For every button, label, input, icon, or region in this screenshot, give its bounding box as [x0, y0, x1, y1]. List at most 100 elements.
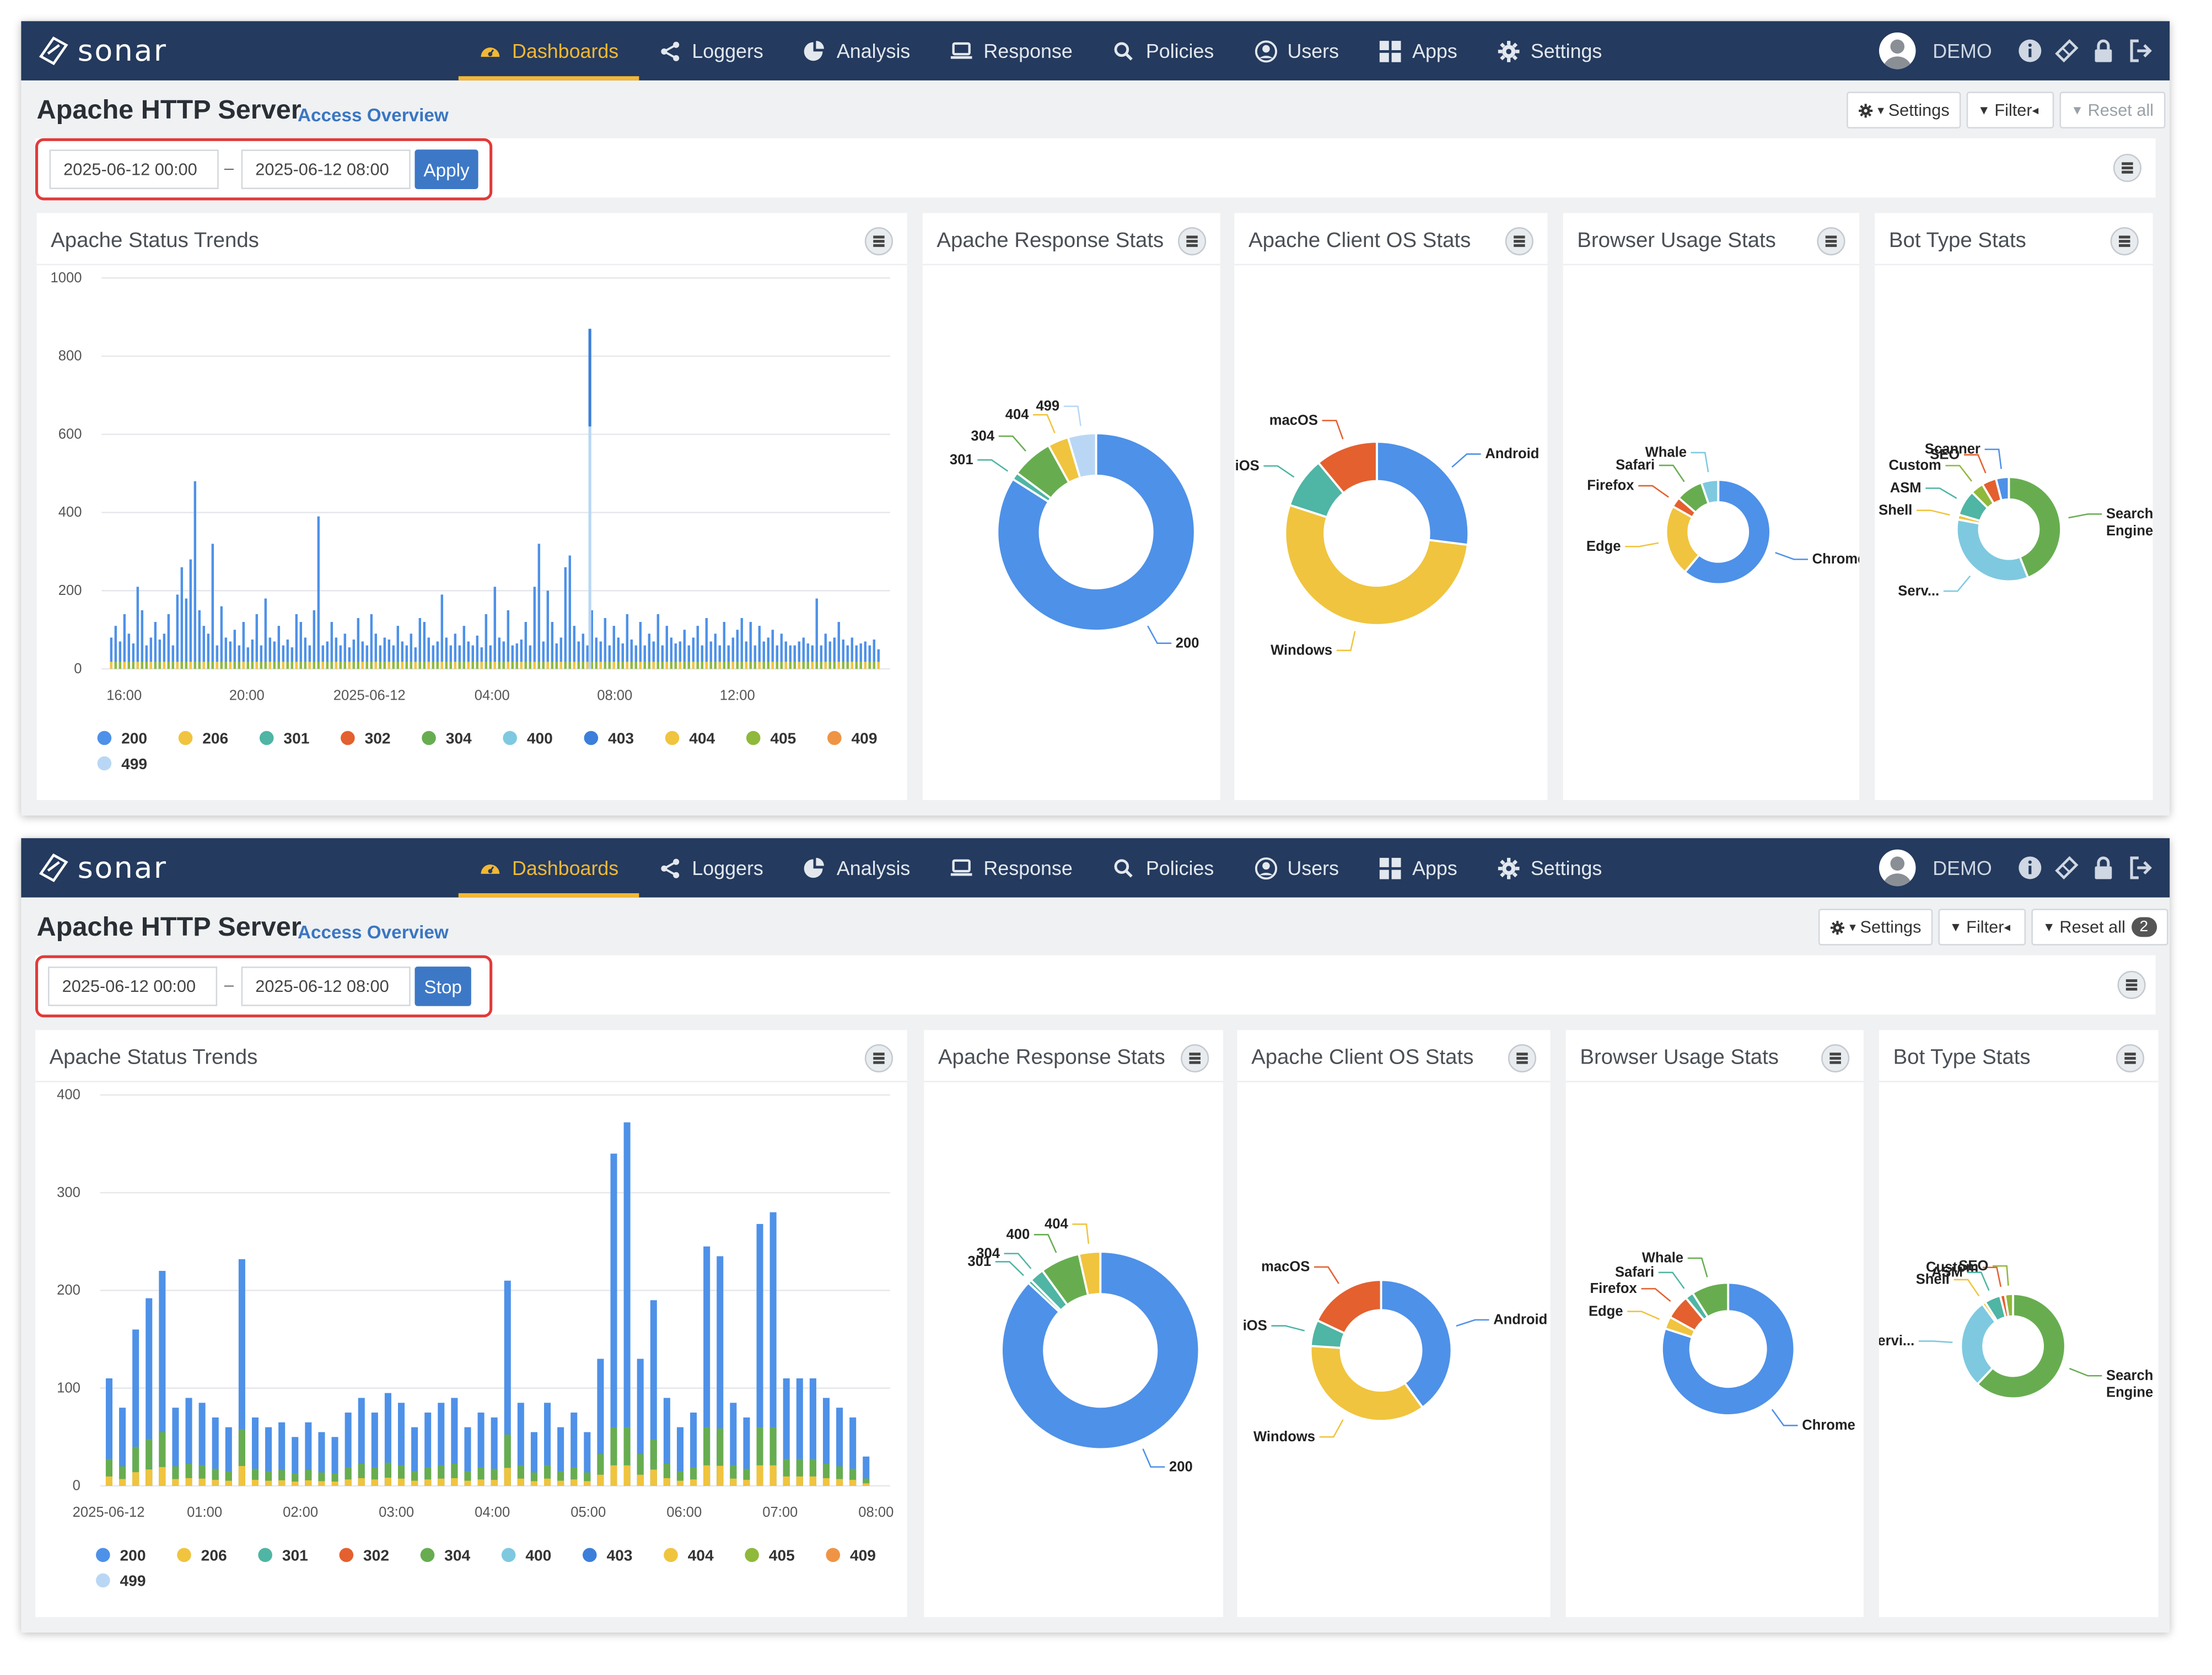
card-menu-button[interactable] [1821, 1044, 1850, 1073]
bar-stack-low[interactable] [776, 662, 778, 669]
bar-stack-low[interactable] [260, 662, 263, 669]
bar-stack-low[interactable] [837, 662, 840, 669]
bar-stack-low[interactable] [485, 662, 487, 669]
avatar[interactable] [1879, 32, 1916, 69]
nav-item-users[interactable]: Users [1234, 21, 1359, 80]
bar-404[interactable] [159, 1467, 166, 1486]
bar-stack-low[interactable] [626, 662, 628, 669]
stop-button[interactable]: Stop [415, 967, 471, 1006]
bar-stack-low[interactable] [304, 662, 307, 669]
nav-item-dashboards[interactable]: Dashboards [458, 21, 638, 80]
bar-stack-low[interactable] [462, 662, 465, 669]
info-button[interactable] [2017, 38, 2043, 63]
bar-stack-low[interactable] [114, 662, 117, 669]
bar-stack-low[interactable] [229, 662, 232, 669]
bar-404[interactable] [491, 1480, 498, 1486]
bar-stack-low[interactable] [745, 662, 747, 669]
bar-404[interactable] [265, 1480, 272, 1486]
bar-stack-low[interactable] [515, 662, 518, 669]
bar-404[interactable] [185, 1478, 192, 1486]
legend-item-499[interactable]: 499 [120, 1572, 146, 1590]
bar-200[interactable] [313, 610, 316, 669]
card-menu-button[interactable] [1505, 227, 1533, 256]
bar-stack-low[interactable] [127, 662, 131, 669]
bar-404[interactable] [318, 1481, 325, 1486]
bar-200[interactable] [176, 594, 179, 669]
bar-stack-low[interactable] [361, 662, 364, 669]
bar-stack-low[interactable] [498, 662, 500, 669]
bar-200[interactable] [211, 544, 214, 669]
bar-stack-low[interactable] [754, 662, 756, 669]
bar-200[interactable] [220, 606, 223, 669]
bar-200[interactable] [264, 598, 267, 669]
bar-404[interactable] [822, 1478, 830, 1486]
bar-404[interactable] [623, 1465, 631, 1486]
bar-stack-low[interactable] [771, 662, 774, 669]
bar-stack-low[interactable] [471, 662, 474, 669]
bar-404[interactable] [424, 1479, 432, 1486]
bar-200[interactable] [295, 614, 298, 669]
bar-stack-low[interactable] [436, 662, 439, 669]
bar-stack-low[interactable] [220, 662, 223, 669]
card-menu-button[interactable] [2116, 1044, 2145, 1073]
bar-stack-low[interactable] [330, 662, 333, 669]
bar-200[interactable] [180, 567, 184, 669]
info-button[interactable] [2017, 855, 2043, 881]
bar-404[interactable] [809, 1476, 816, 1486]
nav-item-apps[interactable]: Apps [1359, 21, 1477, 80]
bar-stack-low[interactable] [820, 662, 822, 669]
bar-stack-low[interactable] [110, 662, 113, 669]
bar-stack-low[interactable] [824, 662, 827, 669]
bar-404[interactable] [292, 1481, 299, 1486]
legend-item-301[interactable]: 301 [282, 1547, 308, 1564]
bar-stack-low[interactable] [767, 662, 769, 669]
bar-stack-low[interactable] [639, 662, 642, 669]
bar-stack-low[interactable] [604, 662, 606, 669]
bar-stack-low[interactable] [674, 662, 677, 669]
bar-404[interactable] [863, 1483, 870, 1486]
dashboard-subtitle-link[interactable]: Access Overview [298, 921, 449, 942]
bar-stack-low[interactable] [696, 662, 699, 669]
bar-stack-low[interactable] [154, 662, 157, 669]
legend-item-200[interactable]: 200 [121, 730, 147, 747]
bar-stack-low[interactable] [343, 662, 347, 669]
bar-200[interactable] [418, 618, 421, 669]
slice-windows[interactable] [1309, 1345, 1424, 1422]
bar-200[interactable] [537, 544, 540, 669]
bar-stack-low[interactable] [405, 662, 408, 669]
bar-stack-low[interactable] [577, 662, 580, 669]
bar-404[interactable] [384, 1478, 391, 1486]
bar-404[interactable] [504, 1468, 511, 1486]
bar-stack-low[interactable] [251, 662, 254, 669]
bar-stack-low[interactable] [246, 662, 250, 669]
dashboard-subtitle-link[interactable]: Access Overview [298, 104, 449, 125]
bar-404[interactable] [743, 1480, 750, 1486]
bar-stack-low[interactable] [701, 662, 703, 669]
bar-stack-low[interactable] [423, 662, 426, 669]
date-bar-menu-button[interactable] [2113, 153, 2142, 182]
bar-stack-low[interactable] [141, 662, 144, 669]
legend-item-301[interactable]: 301 [283, 730, 309, 747]
bar-404[interactable] [477, 1479, 485, 1486]
bar-404[interactable] [584, 1481, 591, 1486]
nav-item-analysis[interactable]: Analysis [783, 21, 930, 80]
bar-stack-low[interactable] [207, 662, 210, 669]
settings-button[interactable]: ▾ Settings [1818, 909, 1933, 946]
nav-item-policies[interactable]: Policies [1092, 21, 1234, 80]
bar-stack-low[interactable] [842, 662, 844, 669]
bar-200[interactable] [564, 567, 567, 669]
bar-404[interactable] [637, 1474, 644, 1486]
logout-button[interactable] [2127, 38, 2152, 63]
bar-stack-low[interactable] [348, 662, 351, 669]
bar-404[interactable] [146, 1469, 153, 1486]
bar-stack-low[interactable] [714, 662, 717, 669]
bar-stack-low[interactable] [643, 662, 646, 669]
bar-stack-low[interactable] [877, 662, 880, 669]
nav-item-settings[interactable]: Settings [1477, 838, 1622, 897]
bar-stack-low[interactable] [709, 662, 712, 669]
slice-serv-[interactable] [1955, 518, 2030, 583]
legend-item-206[interactable]: 206 [202, 730, 228, 747]
legend-item-304[interactable]: 304 [444, 1547, 470, 1564]
legend-item-409[interactable]: 409 [852, 730, 878, 747]
bar-stack-low[interactable] [762, 662, 765, 669]
